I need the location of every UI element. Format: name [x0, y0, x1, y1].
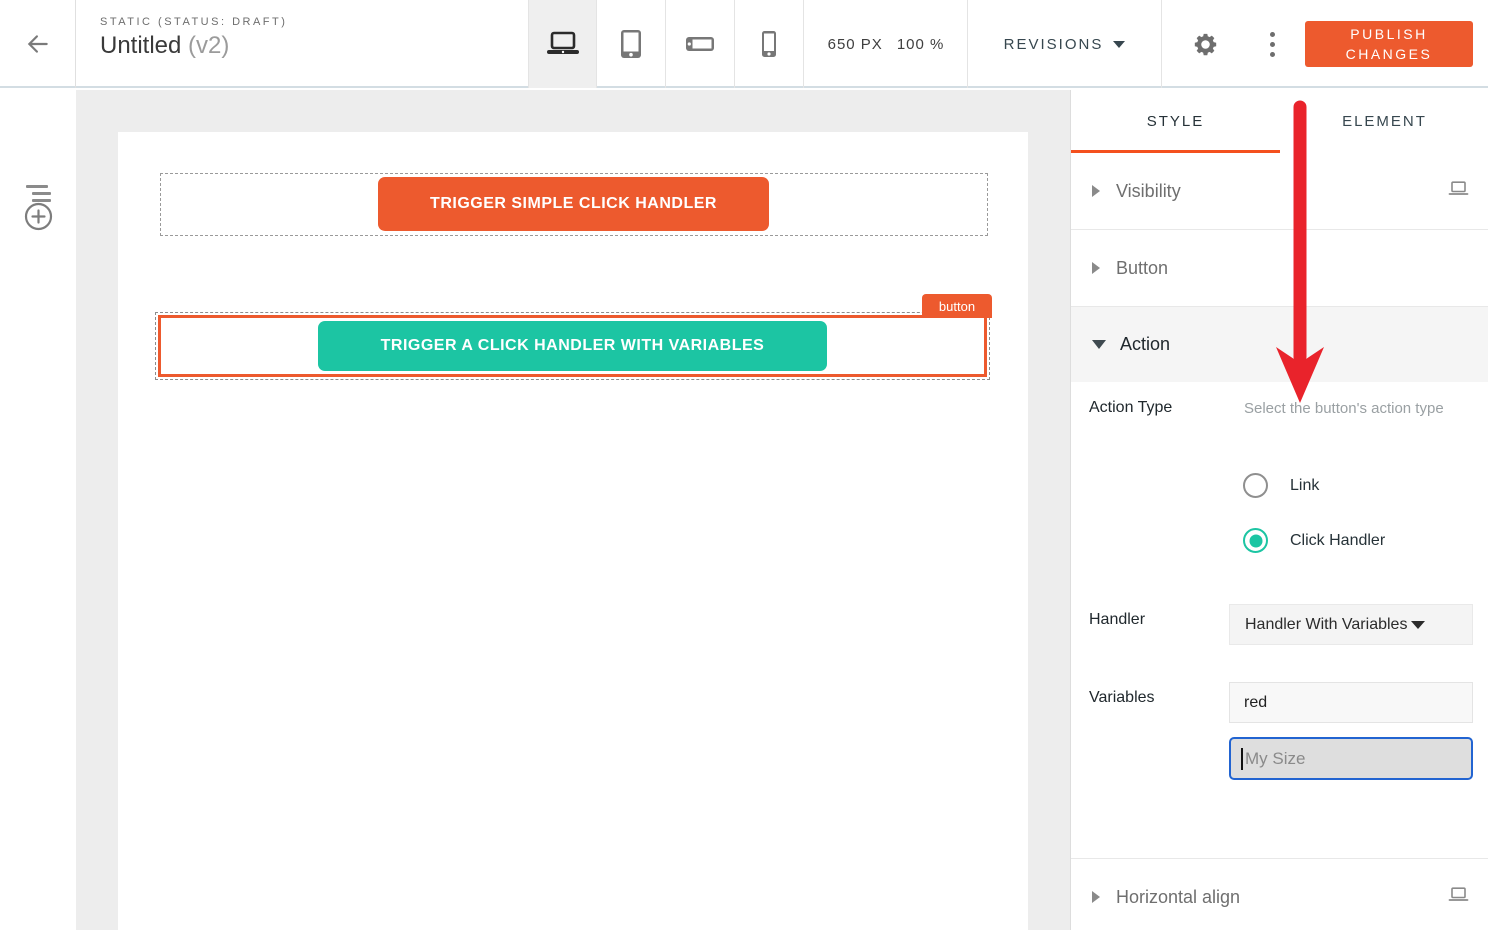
device-desktop-button[interactable] [528, 0, 597, 88]
document-version: (v2) [188, 32, 229, 59]
text-cursor [1241, 748, 1243, 770]
outline-icon [32, 199, 51, 202]
device-phone-button[interactable] [735, 0, 804, 88]
section-action[interactable]: Action [1071, 307, 1488, 382]
tablet-icon [620, 29, 642, 59]
desktop-icon [545, 30, 581, 58]
zoom-level-value: 100 % [897, 36, 945, 53]
radio-option-click-handler[interactable]: Click Handler [1243, 528, 1385, 553]
plus-circle-icon [24, 202, 53, 231]
document-status: STATIC (STATUS: DRAFT) [100, 16, 287, 28]
simple-click-handler-button[interactable]: TRIGGER SIMPLE CLICK HANDLER [378, 177, 769, 231]
outline-icon [26, 185, 48, 188]
left-toolbar [0, 90, 76, 930]
tab-style[interactable]: STYLE [1071, 90, 1280, 153]
section-label: Action [1120, 334, 1170, 355]
variable-input-2[interactable] [1229, 737, 1473, 780]
variable-input-1[interactable] [1229, 682, 1473, 723]
chevron-right-icon [1092, 185, 1100, 197]
chevron-down-icon [1092, 340, 1106, 349]
viewport-width-value: 650 PX [828, 36, 883, 53]
selection-type-badge: button [922, 294, 992, 318]
page-title: Untitled (v2) [100, 32, 287, 60]
selected-block-outline[interactable]: button TRIGGER A CLICK HANDLER WITH VARI… [155, 312, 990, 380]
selected-button-block[interactable]: button TRIGGER A CLICK HANDLER WITH VARI… [158, 315, 987, 377]
add-element-button[interactable] [24, 202, 53, 236]
publish-changes-button[interactable]: PUBLISH CHANGES [1305, 21, 1473, 67]
revisions-label: REVISIONS [1004, 36, 1104, 53]
page-surface[interactable]: TRIGGER SIMPLE CLICK HANDLER button TRIG… [118, 132, 1028, 930]
section-label: Visibility [1116, 181, 1181, 202]
button-block-container[interactable]: TRIGGER SIMPLE CLICK HANDLER [160, 173, 988, 236]
editor-canvas[interactable]: TRIGGER SIMPLE CLICK HANDLER button TRIG… [76, 90, 1070, 930]
settings-button[interactable] [1180, 0, 1230, 88]
action-type-help: Select the button's action type [1244, 398, 1454, 420]
chevron-down-icon [1411, 621, 1425, 629]
section-button[interactable]: Button [1071, 230, 1488, 307]
document-name: Untitled [100, 32, 181, 59]
section-label: Horizontal align [1116, 887, 1240, 908]
section-horizontal-align[interactable]: Horizontal align [1071, 858, 1488, 935]
document-title-block: STATIC (STATUS: DRAFT) Untitled (v2) [100, 16, 287, 60]
device-tablet-button[interactable] [597, 0, 666, 88]
outline-icon [32, 192, 51, 195]
more-options-button[interactable] [1252, 0, 1292, 88]
chevron-right-icon [1092, 262, 1100, 274]
kebab-dot [1270, 42, 1275, 47]
inspector-panel: STYLE ELEMENT Visibility Button Action A… [1070, 90, 1488, 930]
desktop-scope-icon [1448, 887, 1469, 907]
top-toolbar: STATIC (STATUS: DRAFT) Untitled (v2) [0, 0, 1488, 88]
phone-landscape-icon [685, 36, 715, 52]
handler-label: Handler [1089, 611, 1145, 629]
arrow-left-icon [25, 31, 51, 57]
radio-option-link[interactable]: Link [1243, 473, 1319, 498]
section-visibility[interactable]: Visibility [1071, 153, 1488, 230]
viewport-info: 650 PX 100 % [805, 0, 968, 88]
section-label: Button [1116, 258, 1168, 279]
handler-select[interactable]: Handler With Variables [1229, 604, 1473, 645]
chevron-right-icon [1092, 891, 1100, 903]
kebab-dot [1270, 32, 1275, 37]
phone-portrait-icon [761, 30, 777, 58]
device-preview-switcher [528, 0, 804, 88]
device-landscape-button[interactable] [666, 0, 735, 88]
radio-label: Click Handler [1290, 532, 1385, 550]
desktop-scope-icon [1448, 181, 1469, 201]
radio-unchecked-icon[interactable] [1243, 473, 1268, 498]
handler-selected-value: Handler With Variables [1245, 616, 1407, 634]
back-button[interactable] [0, 0, 76, 88]
tab-element[interactable]: ELEMENT [1280, 90, 1488, 153]
radio-label: Link [1290, 477, 1319, 495]
inspector-tabs: STYLE ELEMENT [1071, 90, 1488, 153]
kebab-dot [1270, 52, 1275, 57]
radio-checked-icon[interactable] [1243, 528, 1268, 553]
variables-click-handler-button[interactable]: TRIGGER A CLICK HANDLER WITH VARIABLES [318, 321, 827, 371]
gear-icon [1192, 31, 1219, 58]
revisions-dropdown[interactable]: REVISIONS [968, 0, 1162, 88]
action-type-label: Action Type [1089, 399, 1172, 417]
outline-tree-button[interactable] [26, 185, 52, 203]
variables-label: Variables [1089, 689, 1155, 707]
chevron-down-icon [1113, 41, 1125, 48]
